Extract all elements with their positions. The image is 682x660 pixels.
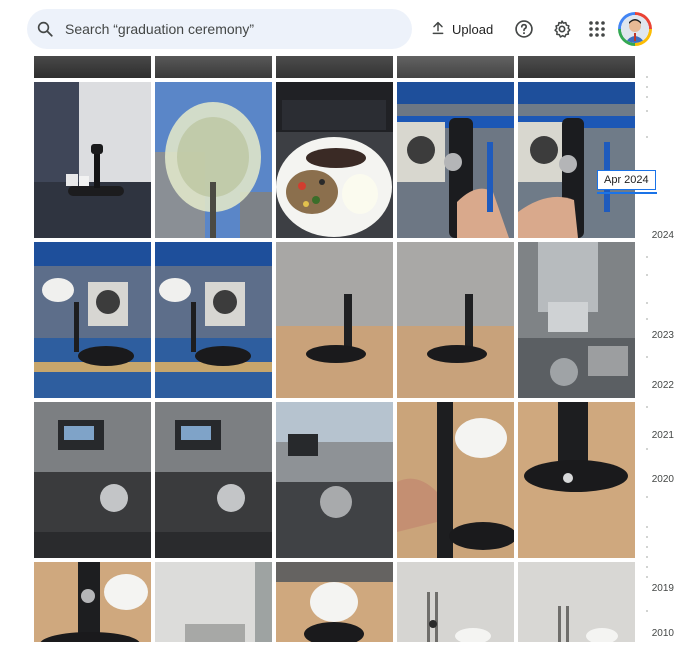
upload-icon <box>430 20 446 39</box>
search-icon[interactable] <box>35 19 55 39</box>
upload-button[interactable]: Upload <box>430 16 493 42</box>
photo-thumbnail[interactable] <box>518 82 635 238</box>
photo-thumbnail[interactable] <box>34 402 151 558</box>
avatar-photo <box>621 15 649 43</box>
grid-bottom-edge <box>0 642 640 660</box>
timeline-position-indicator[interactable] <box>597 192 657 194</box>
timeline-tick <box>646 576 648 578</box>
settings-button[interactable] <box>549 16 575 42</box>
timeline-year-label[interactable]: 2023 <box>647 329 678 342</box>
timeline-tick <box>646 556 648 558</box>
photo-thumbnail[interactable] <box>397 402 514 558</box>
photo-thumbnail[interactable] <box>155 402 272 558</box>
timeline-tick <box>646 536 648 538</box>
apps-grid-icon <box>589 21 605 37</box>
timeline-tick <box>646 526 648 528</box>
photo-thumbnail[interactable] <box>276 82 393 238</box>
gear-icon <box>554 20 571 38</box>
timeline-tick <box>646 566 648 568</box>
apps-button[interactable] <box>584 16 610 42</box>
timeline-tick <box>646 546 648 548</box>
timeline-year-label[interactable]: 2021 <box>647 429 678 442</box>
timeline-tick <box>646 136 648 138</box>
timeline-tick <box>646 110 648 112</box>
photo-thumbnail[interactable] <box>397 82 514 238</box>
photo-thumbnail[interactable] <box>397 242 514 398</box>
timeline-year-label[interactable]: 2019 <box>647 582 678 595</box>
photo-thumbnail[interactable] <box>155 82 272 238</box>
timeline-year-label[interactable]: 2024 <box>647 229 678 242</box>
photo-thumbnail[interactable] <box>34 242 151 398</box>
timeline-year-label[interactable]: 2020 <box>647 473 678 486</box>
timeline-tick <box>646 302 648 304</box>
photos-app: Search “graduation ceremony” Upload 2024… <box>0 0 682 660</box>
timeline-tick <box>646 406 648 408</box>
upload-label: Upload <box>452 21 494 37</box>
photo-grid <box>0 0 640 660</box>
timeline-tick <box>646 318 648 320</box>
top-bar: Search “graduation ceremony” Upload <box>0 0 682 56</box>
timeline-year-label[interactable]: 2022 <box>647 379 678 392</box>
timeline-tick <box>646 256 648 258</box>
photo-thumbnail[interactable] <box>34 82 151 238</box>
help-button[interactable] <box>511 16 537 42</box>
timeline-tick <box>646 448 648 450</box>
photo-thumbnail[interactable] <box>276 242 393 398</box>
timeline-tick <box>646 76 648 78</box>
search-box[interactable]: Search “graduation ceremony” <box>27 9 412 49</box>
timeline-tick <box>646 610 648 612</box>
timeline-scrubber[interactable] <box>640 56 660 660</box>
timeline-tick <box>646 96 648 98</box>
timeline-tick <box>646 496 648 498</box>
account-avatar[interactable] <box>618 12 652 46</box>
timeline-tick <box>646 274 648 276</box>
photo-thumbnail[interactable] <box>276 402 393 558</box>
help-icon <box>515 20 533 38</box>
timeline-tick <box>646 86 648 88</box>
photo-thumbnail[interactable] <box>155 242 272 398</box>
timeline-current-date: Apr 2024 <box>597 170 656 190</box>
timeline-tick <box>646 356 648 358</box>
timeline-year-label[interactable]: 2010 <box>647 627 678 640</box>
search-input[interactable]: Search “graduation ceremony” <box>65 21 254 37</box>
photo-thumbnail[interactable] <box>518 242 635 398</box>
photo-thumbnail[interactable] <box>518 402 635 558</box>
